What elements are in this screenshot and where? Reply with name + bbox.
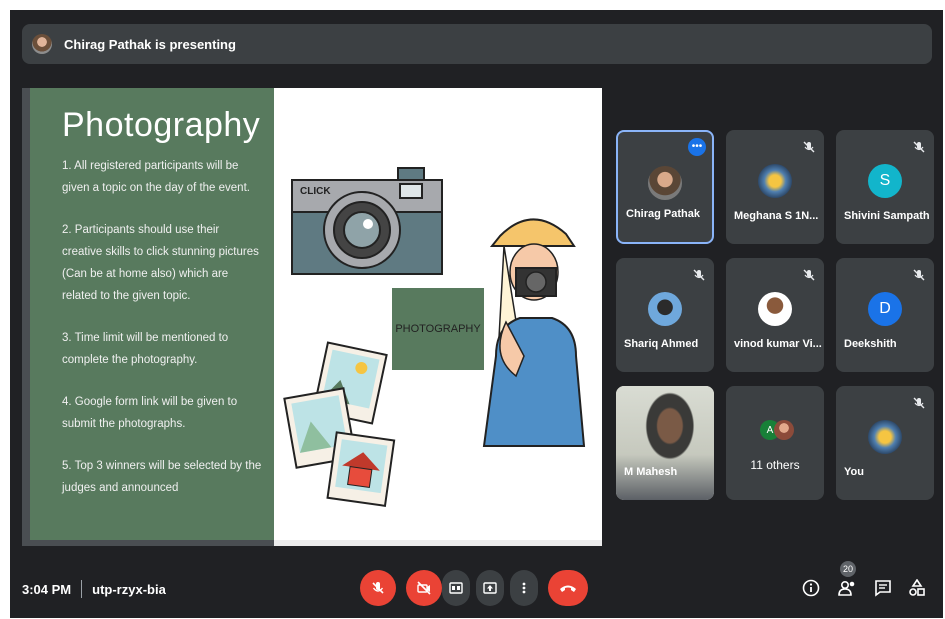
photos-illustration bbox=[283, 341, 396, 507]
slide-rule-1: 1. All registered participants will be g… bbox=[62, 160, 250, 194]
meeting-info: 3:04 PM utp-rzyx-bia bbox=[22, 580, 166, 598]
participant-name: Deekshith bbox=[844, 338, 897, 350]
camera-illustration: CLICK bbox=[291, 167, 443, 275]
slide-rule-2: 2. Participants should use their creativ… bbox=[62, 224, 259, 302]
participant-name: Meghana S 1N... bbox=[734, 210, 819, 222]
meet-window: Chirag Pathak is presenting Photography … bbox=[10, 10, 943, 618]
participant-avatar bbox=[648, 166, 682, 200]
camera-toggle-button[interactable] bbox=[406, 570, 442, 606]
meeting-time: 3:04 PM bbox=[22, 581, 72, 597]
participant-name: Chirag Pathak bbox=[626, 208, 700, 220]
chat-icon bbox=[875, 580, 891, 597]
slide-title: Photography bbox=[62, 106, 261, 144]
meeting-info-separator bbox=[81, 580, 83, 598]
slide-bottom-strip bbox=[274, 540, 602, 546]
participant-tile-m-mahesh[interactable]: M Mahesh bbox=[616, 386, 714, 500]
slide-illustration-panel: CLICK PHOTOGRAPHY bbox=[274, 88, 602, 540]
bottom-control-bar: 3:04 PM utp-rzyx-bia 20 bbox=[10, 561, 943, 615]
camera-label: CLICK bbox=[300, 186, 331, 197]
chat-button[interactable] bbox=[870, 575, 896, 601]
mic-off-icon bbox=[693, 269, 705, 281]
participant-avatar bbox=[868, 420, 902, 454]
present-screen-button[interactable] bbox=[476, 570, 504, 606]
participant-name: vinod kumar Vi... bbox=[734, 338, 822, 350]
participant-avatar bbox=[758, 164, 792, 198]
participant-tile-vinod-kumar[interactable]: vinod kumar Vi... bbox=[726, 258, 824, 372]
people-count-badge: 20 bbox=[840, 561, 856, 577]
hang-up-icon bbox=[560, 585, 576, 592]
participant-tile-deekshith[interactable]: D Deekshith bbox=[836, 258, 934, 372]
participant-tile-meghana[interactable]: Meghana S 1N... bbox=[726, 130, 824, 244]
shared-slide: Photography 1. All registered participan… bbox=[22, 88, 602, 546]
present-screen-icon bbox=[483, 582, 497, 594]
people-button[interactable]: 20 bbox=[834, 561, 860, 601]
activities-button[interactable] bbox=[904, 575, 930, 601]
participant-tile-others[interactable]: A 11 others bbox=[726, 386, 824, 500]
participant-avatar: S bbox=[868, 164, 902, 198]
others-avatar-photo bbox=[774, 420, 794, 440]
slide-rule-5: 5. Top 3 winners will be selected by the… bbox=[62, 460, 262, 494]
leave-call-button[interactable] bbox=[548, 570, 588, 606]
mic-off-icon bbox=[913, 397, 925, 409]
others-count-label: 11 others bbox=[750, 458, 800, 472]
participant-avatar: D bbox=[868, 292, 902, 326]
participant-video bbox=[616, 386, 714, 500]
slide-text-panel: Photography 1. All registered participan… bbox=[30, 88, 274, 540]
camera-off-icon bbox=[417, 581, 431, 595]
participant-tile-chirag-pathak[interactable]: ••• Chirag Pathak bbox=[616, 130, 714, 244]
participant-avatar bbox=[758, 292, 792, 326]
slide-rule-3: 3. Time limit will be mentioned to compl… bbox=[62, 332, 229, 366]
activities-icon bbox=[909, 579, 925, 596]
slide-rule-4: 4. Google form link will be given to sub… bbox=[62, 396, 238, 430]
captions-icon bbox=[449, 582, 463, 594]
meeting-code[interactable]: utp-rzyx-bia bbox=[92, 582, 166, 597]
more-vert-icon bbox=[522, 582, 526, 594]
meeting-details-button[interactable] bbox=[798, 575, 824, 601]
presenter-avatar bbox=[32, 34, 52, 54]
microphone-toggle-button[interactable] bbox=[360, 570, 396, 606]
mic-off-icon bbox=[913, 269, 925, 281]
people-icon bbox=[838, 580, 855, 596]
participant-tile-you[interactable]: You bbox=[836, 386, 934, 500]
participant-avatar bbox=[648, 292, 682, 326]
presenter-banner-text: Chirag Pathak is presenting bbox=[64, 36, 236, 52]
photography-label-box: PHOTOGRAPHY bbox=[392, 288, 484, 370]
mic-off-icon bbox=[803, 141, 815, 153]
captions-button[interactable] bbox=[442, 570, 470, 606]
participant-tile-shivini-sampath[interactable]: S Shivini Sampath bbox=[836, 130, 934, 244]
mic-off-icon bbox=[913, 141, 925, 153]
mic-off-icon bbox=[803, 269, 815, 281]
participant-tile-shariq-ahmed[interactable]: Shariq Ahmed bbox=[616, 258, 714, 372]
more-options-button[interactable] bbox=[510, 570, 538, 606]
participant-name: Shivini Sampath bbox=[844, 210, 930, 222]
info-icon bbox=[802, 579, 820, 597]
participant-name: Shariq Ahmed bbox=[624, 338, 699, 350]
photographer-illustration bbox=[482, 218, 586, 447]
mic-off-icon bbox=[372, 582, 384, 594]
participant-name: M Mahesh bbox=[624, 466, 678, 478]
presenter-banner[interactable]: Chirag Pathak is presenting bbox=[22, 24, 932, 64]
participant-name: You bbox=[844, 466, 864, 478]
more-options-icon[interactable]: ••• bbox=[688, 138, 706, 156]
